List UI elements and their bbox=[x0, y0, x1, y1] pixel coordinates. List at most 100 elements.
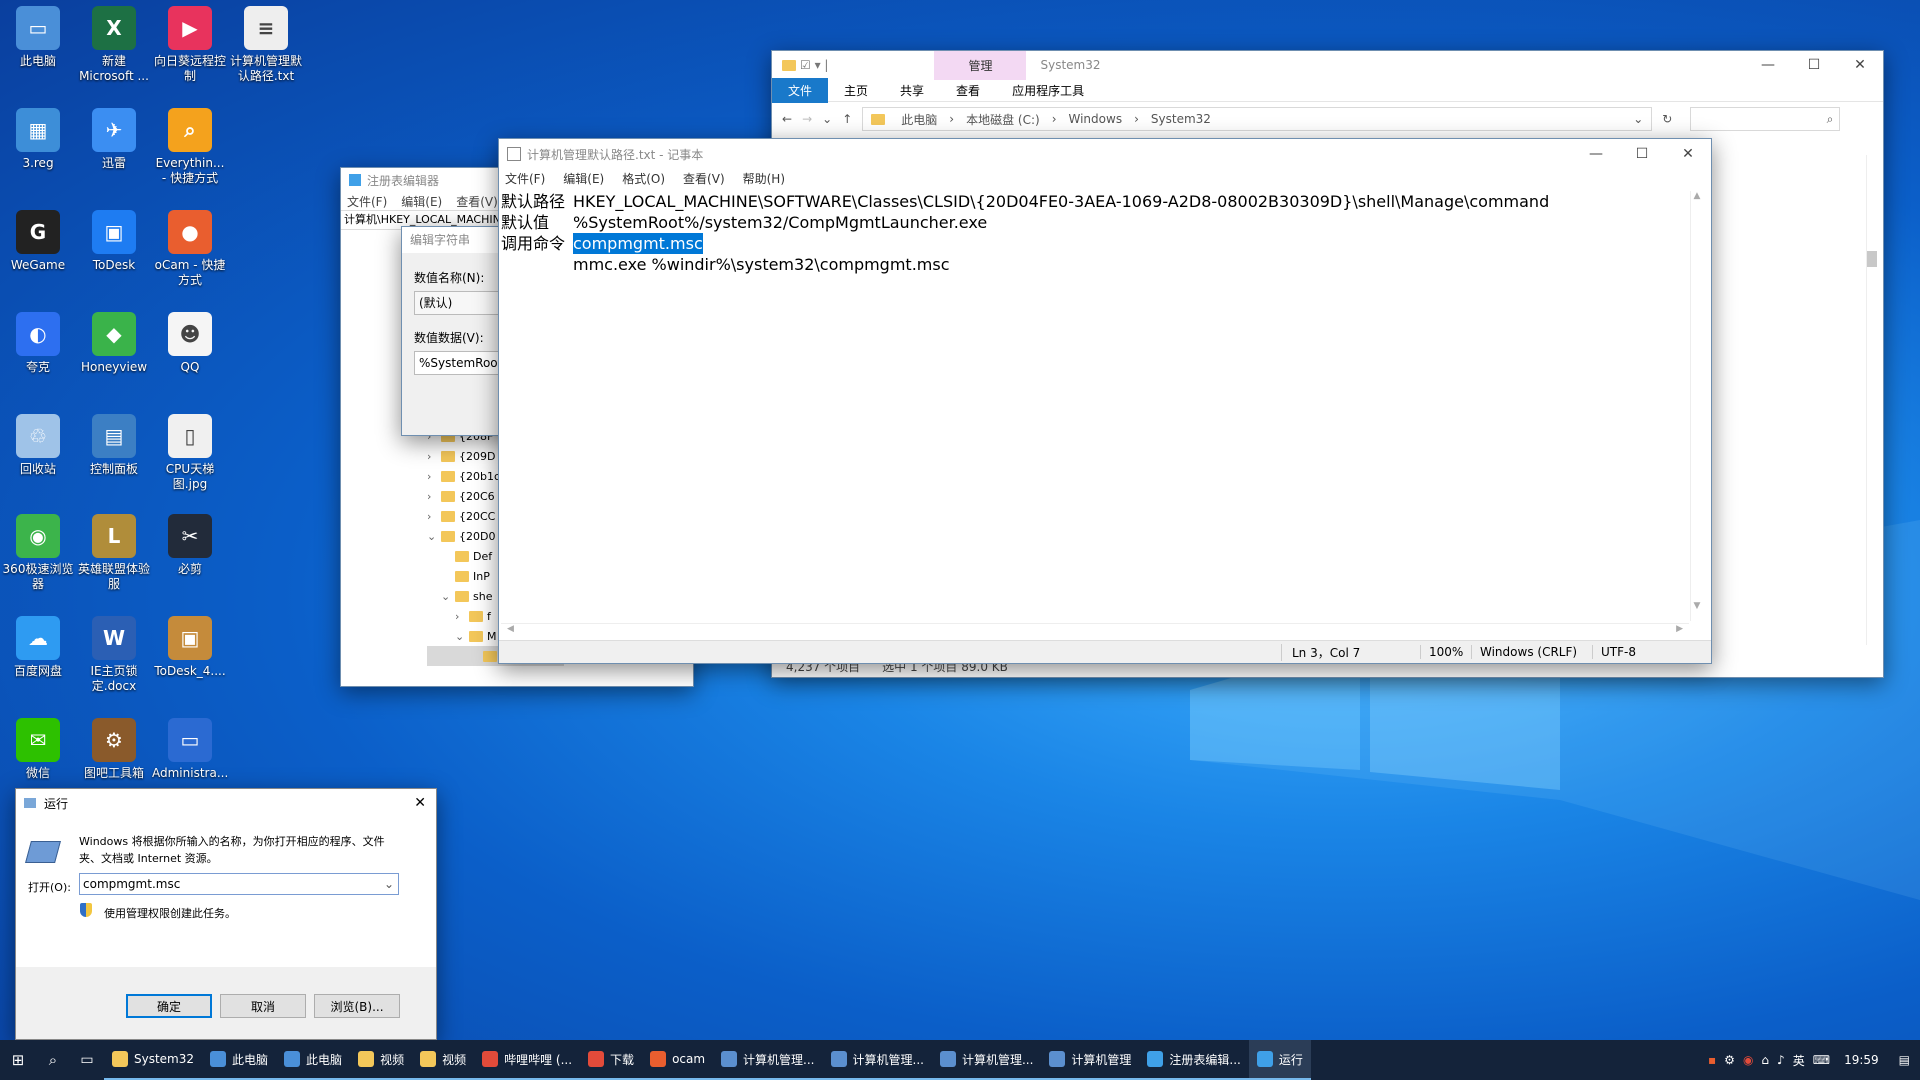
taskbar-item[interactable]: 计算机管理 bbox=[1041, 1040, 1140, 1080]
menu-file[interactable]: 文件(F) bbox=[505, 170, 545, 187]
desktop-icon[interactable]: X 新建 Microsoft ... bbox=[76, 6, 152, 84]
desktop-icon[interactable]: ▯ CPU天梯图.jpg bbox=[152, 414, 228, 492]
crumb-c-drive[interactable]: 本地磁盘 (C:) bbox=[966, 111, 1040, 128]
forward-icon[interactable]: → bbox=[802, 112, 812, 126]
taskbar-item[interactable]: 此电脑 bbox=[202, 1040, 277, 1080]
search-input[interactable]: ⌕ bbox=[1690, 107, 1841, 131]
chevron-right-icon[interactable]: › bbox=[427, 510, 441, 523]
tray-record-icon[interactable]: ◉ bbox=[1743, 1053, 1753, 1067]
desktop-icon[interactable]: W IE主页锁定.docx bbox=[76, 616, 152, 694]
close-icon[interactable]: ✕ bbox=[414, 795, 436, 811]
menu-edit[interactable]: 编辑(E) bbox=[563, 170, 604, 187]
taskbar-item[interactable]: System32 bbox=[104, 1040, 203, 1080]
chevron-right-icon[interactable]: › bbox=[427, 490, 441, 503]
desktop-icon[interactable]: ✉ 微信 bbox=[0, 718, 76, 781]
taskbar-item[interactable]: 计算机管理... bbox=[822, 1040, 932, 1080]
tab-share[interactable]: 共享 bbox=[884, 82, 940, 99]
browse-button[interactable]: 浏览(B)... bbox=[314, 994, 400, 1018]
tab-file[interactable]: 文件 bbox=[772, 77, 829, 103]
ok-button[interactable]: 确定 bbox=[126, 994, 212, 1018]
chevron-right-icon[interactable]: › bbox=[427, 450, 441, 463]
taskbar-item[interactable]: 计算机管理... bbox=[713, 1040, 823, 1080]
desktop-icon[interactable]: ▣ ToDesk_4.... bbox=[152, 616, 228, 679]
crumb-system32[interactable]: System32 bbox=[1151, 112, 1211, 126]
menu-help[interactable]: 帮助(H) bbox=[743, 170, 785, 187]
taskbar-item[interactable]: 注册表编辑... bbox=[1139, 1040, 1249, 1080]
context-tab-label[interactable]: 管理 bbox=[934, 50, 1027, 80]
maximize-icon[interactable]: ☐ bbox=[1619, 139, 1665, 169]
desktop-icon[interactable]: ● oCam - 快捷方式 bbox=[152, 210, 228, 288]
chevron-down-icon[interactable]: ⌄ bbox=[384, 877, 398, 891]
desktop-icon[interactable]: ◆ Honeyview bbox=[76, 312, 152, 375]
taskbar-item[interactable]: 视频 bbox=[350, 1040, 413, 1080]
desktop-icon[interactable]: ▭ 此电脑 bbox=[0, 6, 76, 69]
desktop-icon[interactable]: ⚙ 图吧工具箱 bbox=[76, 718, 152, 781]
notepad-text-area[interactable]: 默认路径 HKEY_LOCAL_MACHINE\SOFTWARE\Classes\… bbox=[501, 191, 1689, 621]
taskbar-item[interactable]: 计算机管理... bbox=[931, 1040, 1042, 1080]
horizontal-scrollbar[interactable]: ◀ ▶ bbox=[501, 623, 1689, 637]
taskbar-item[interactable]: 此电脑 bbox=[276, 1040, 351, 1080]
chevron-down-icon[interactable]: ⌄ bbox=[427, 530, 441, 543]
close-icon[interactable]: ✕ bbox=[1837, 50, 1883, 80]
start-icon[interactable]: ⊞ bbox=[0, 1051, 36, 1069]
chevron-right-icon[interactable]: › bbox=[455, 610, 469, 623]
tab-view[interactable]: 查看 bbox=[940, 82, 996, 99]
desktop-icon[interactable]: ▣ ToDesk bbox=[76, 210, 152, 273]
taskbar-item[interactable]: 下载 bbox=[580, 1040, 643, 1080]
cancel-button[interactable]: 取消 bbox=[220, 994, 306, 1018]
crumb-this-pc[interactable]: 此电脑 bbox=[901, 111, 937, 128]
menu-edit[interactable]: 编辑(E) bbox=[401, 193, 442, 210]
taskbar-item[interactable]: 运行 bbox=[1248, 1040, 1311, 1080]
tray-settings-icon[interactable]: ⚙ bbox=[1724, 1053, 1735, 1067]
run-input[interactable]: compmgmt.msc ⌄ bbox=[79, 873, 399, 895]
menu-view[interactable]: 查看(V) bbox=[456, 193, 498, 210]
close-icon[interactable]: ✕ bbox=[1665, 139, 1711, 169]
taskbar-item[interactable]: 哔哩哔哩 (... bbox=[474, 1040, 581, 1080]
desktop-icon[interactable]: L 英雄联盟体验服 bbox=[76, 514, 152, 592]
notification-icon[interactable]: ▤ bbox=[1899, 1053, 1910, 1067]
keyboard-icon[interactable]: ⌨ bbox=[1813, 1053, 1830, 1067]
desktop-icon[interactable]: ✈ 迅雷 bbox=[76, 108, 152, 171]
chevron-down-icon[interactable]: ⌄ bbox=[441, 590, 455, 603]
minimize-icon[interactable]: — bbox=[1573, 139, 1619, 169]
notepad-window[interactable]: 计算机管理默认路径.txt - 记事本 — ☐ ✕ 文件(F) 编辑(E) 格式… bbox=[498, 138, 1712, 664]
menu-view[interactable]: 查看(V) bbox=[683, 170, 725, 187]
taskbar-item[interactable]: ocam bbox=[642, 1040, 714, 1080]
desktop-icon[interactable]: G WeGame bbox=[0, 210, 76, 273]
speaker-icon[interactable]: ♪ bbox=[1777, 1053, 1785, 1067]
crumb-windows[interactable]: Windows bbox=[1069, 112, 1123, 126]
desktop-icon[interactable]: ◐ 夸克 bbox=[0, 312, 76, 375]
desktop-icon[interactable]: ≡ 计算机管理默认路径.txt bbox=[228, 6, 304, 84]
chevron-right-icon[interactable]: › bbox=[427, 470, 441, 483]
up-icon[interactable]: ↑ bbox=[842, 112, 852, 126]
desktop-icon[interactable]: ✂ 必剪 bbox=[152, 514, 228, 577]
desktop-icon[interactable]: ▶ 向日葵远程控制 bbox=[152, 6, 228, 84]
desktop-icon[interactable]: ⌕ Everythin... - 快捷方式 bbox=[152, 108, 228, 186]
notepad-titlebar[interactable]: 计算机管理默认路径.txt - 记事本 — ☐ ✕ bbox=[499, 139, 1711, 169]
tab-app-tools[interactable]: 应用程序工具 bbox=[996, 82, 1100, 99]
maximize-icon[interactable]: ☐ bbox=[1791, 50, 1837, 80]
recent-icon[interactable]: ⌄ bbox=[822, 112, 832, 126]
back-icon[interactable]: ← bbox=[782, 112, 792, 126]
ime-indicator[interactable]: 英 bbox=[1793, 1052, 1805, 1069]
task-view-icon[interactable]: ▭ bbox=[70, 1052, 104, 1068]
quick-access-icon[interactable]: ☑ ▾ | bbox=[800, 58, 828, 72]
taskbar-item[interactable]: 视频 bbox=[412, 1040, 475, 1080]
tray-network-icon[interactable]: ⌂ bbox=[1761, 1053, 1769, 1067]
desktop-icon[interactable]: ♲ 回收站 bbox=[0, 414, 76, 477]
desktop-icon[interactable]: ☻ QQ bbox=[152, 312, 228, 375]
minimize-icon[interactable]: — bbox=[1745, 50, 1791, 80]
desktop-icon[interactable]: ☁ 百度网盘 bbox=[0, 616, 76, 679]
menu-format[interactable]: 格式(O) bbox=[622, 170, 665, 187]
vertical-scrollbar[interactable]: ▲ ▼ bbox=[1690, 191, 1703, 621]
scrollbar[interactable] bbox=[1866, 155, 1877, 645]
clock[interactable]: 19:59 bbox=[1844, 1053, 1879, 1067]
refresh-icon[interactable]: ↻ bbox=[1662, 112, 1672, 126]
run-titlebar[interactable]: 运行 ✕ bbox=[16, 789, 436, 817]
explorer-titlebar[interactable]: ☑ ▾ | 管理 System32 — ☐ ✕ bbox=[772, 50, 1883, 80]
menu-file[interactable]: 文件(F) bbox=[347, 193, 387, 210]
chevron-down-icon[interactable]: ⌄ bbox=[455, 630, 469, 643]
desktop-icon[interactable]: ▭ Administra... bbox=[152, 718, 228, 781]
tab-home[interactable]: 主页 bbox=[828, 82, 884, 99]
desktop-icon[interactable]: ◉ 360极速浏览器 bbox=[0, 514, 76, 592]
